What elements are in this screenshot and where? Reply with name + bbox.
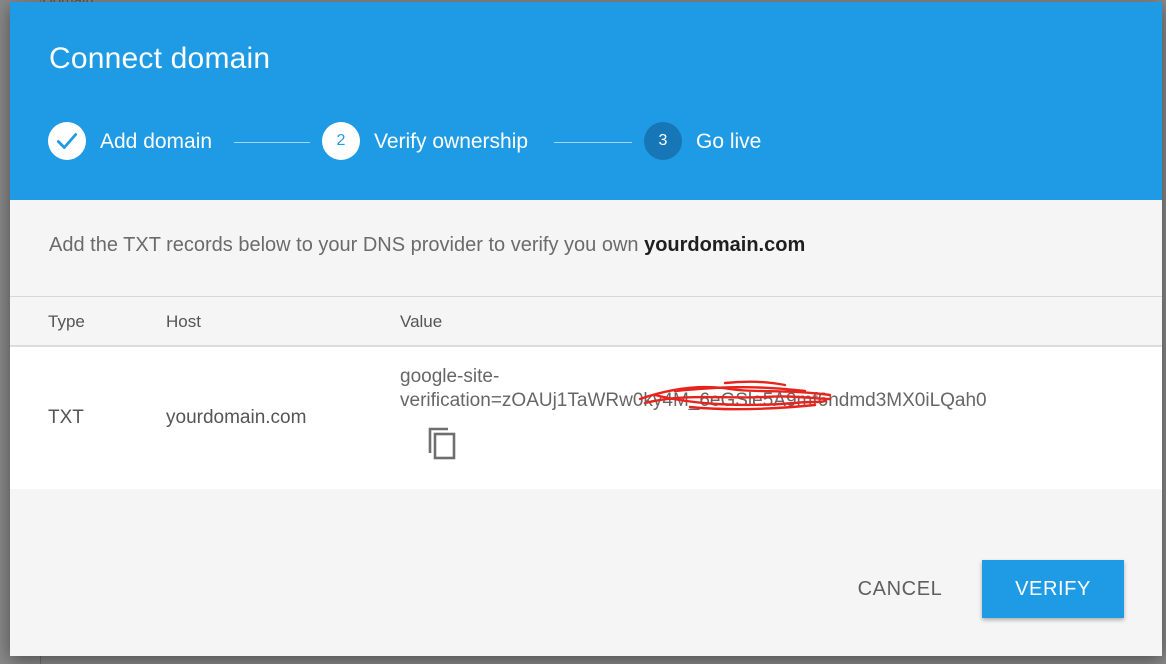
record-host[interactable]: yourdomain.com xyxy=(166,407,306,429)
column-header-host: Host xyxy=(166,312,201,331)
table-row: TXT yourdomain.com google-site- verifica… xyxy=(10,347,1162,489)
intro-domain: yourdomain.com xyxy=(644,234,806,256)
copy-icon xyxy=(428,427,456,460)
dialog-header: Connect domain Add domain 2 Verify owner… xyxy=(10,2,1162,200)
stepper: Add domain 2 Verify ownership 3 Go live xyxy=(48,122,1048,162)
record-type: TXT xyxy=(48,407,84,428)
cancel-button[interactable]: CANCEL xyxy=(840,560,960,618)
copy-button[interactable] xyxy=(422,423,462,463)
step-3-label: Go live xyxy=(696,130,762,153)
check-icon xyxy=(56,133,78,149)
step-connector-2 xyxy=(554,142,632,143)
column-header-type: Type xyxy=(48,312,85,331)
step-2-number: 2 xyxy=(322,122,360,160)
dialog-title: Connect domain xyxy=(49,42,271,75)
step-1-label: Add domain xyxy=(100,130,213,153)
connect-domain-dialog: Connect domain Add domain 2 Verify owner… xyxy=(10,2,1162,656)
step-connector-1 xyxy=(234,142,310,143)
intro-text: Add the TXT records below to your DNS pr… xyxy=(49,234,805,257)
step-1-done-indicator xyxy=(48,122,86,160)
step-3-number: 3 xyxy=(644,122,682,160)
step-2-label: Verify ownership xyxy=(374,130,529,153)
table-header: Type Host Value xyxy=(10,297,1162,345)
column-header-value: Value xyxy=(400,312,443,331)
redaction-scribble xyxy=(638,380,832,411)
intro-message: Add the TXT records below to your DNS pr… xyxy=(49,234,645,256)
verify-button[interactable]: VERIFY xyxy=(982,560,1124,618)
